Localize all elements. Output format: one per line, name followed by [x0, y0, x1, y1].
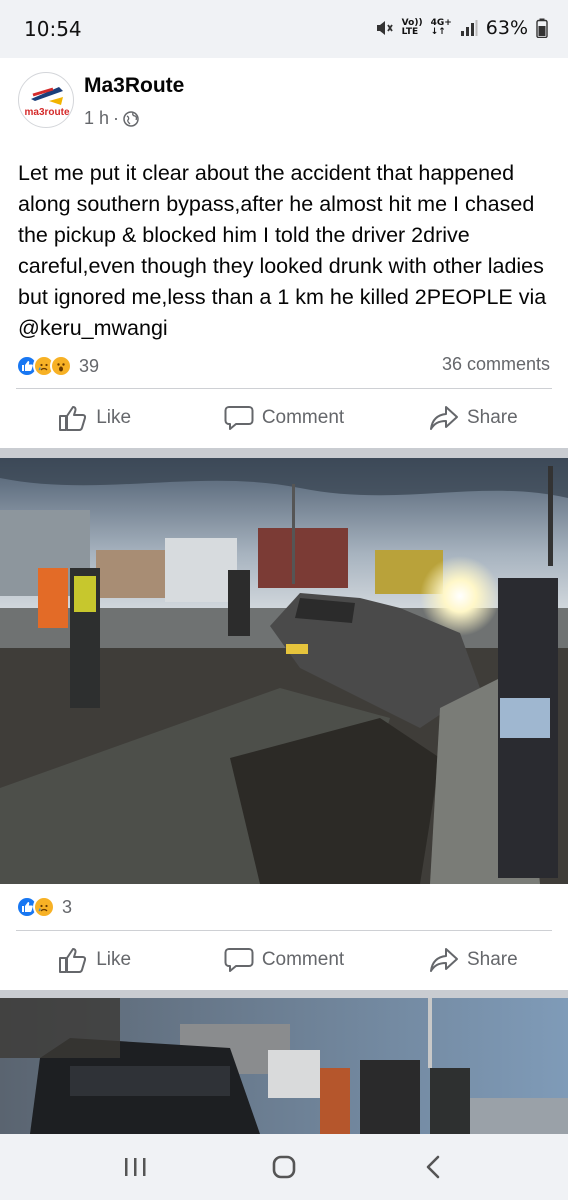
status-bar: 10:54 Vo)) LTE 4G+ ↓↑ 63% [0, 0, 568, 58]
comment-icon [224, 948, 254, 972]
recent-apps-icon [124, 1158, 146, 1176]
ma3route-logo: ma3route [24, 87, 70, 118]
share-icon [429, 948, 458, 972]
screen: 10:54 Vo)) LTE 4G+ ↓↑ 63% ma3route Ma3Rout… [0, 0, 568, 1200]
signal-icon [460, 20, 478, 36]
back-button[interactable] [403, 1142, 463, 1192]
comment-button[interactable]: Comment [189, 390, 378, 446]
mute-icon [376, 21, 393, 35]
wow-icon [50, 355, 72, 377]
thumbs-up-icon [59, 406, 87, 431]
photo-share-button[interactable]: Share [379, 932, 568, 988]
crowd-photo-image [0, 998, 568, 1134]
like-label: Like [96, 949, 132, 970]
reaction-count: 39 [79, 355, 100, 376]
accident-photo-image [0, 458, 568, 884]
recent-apps-button[interactable] [105, 1142, 165, 1192]
photo-like-button[interactable]: Like [0, 932, 189, 988]
logo-text: ma3route [24, 107, 69, 118]
thumbs-up-icon [59, 948, 87, 973]
photo-comment-button[interactable]: Comment [189, 932, 378, 988]
photo-reaction-summary[interactable]: 3 [16, 892, 72, 922]
like-button[interactable]: Like [0, 390, 189, 446]
share-label: Share [466, 949, 518, 970]
post-text: Let me put it clear about the accident t… [18, 161, 547, 340]
comment-icon [224, 406, 254, 430]
comment-label: Comment [261, 407, 345, 428]
divider [16, 930, 552, 931]
home-button[interactable] [254, 1142, 314, 1192]
share-label: Share [466, 407, 518, 428]
meta-separator: · [113, 108, 120, 128]
like-label: Like [96, 407, 132, 428]
clock: 10:54 [24, 17, 82, 41]
crowd-photo[interactable] [0, 998, 568, 1134]
share-icon [429, 406, 458, 430]
network-indicator: 4G+ ↓↑ [430, 18, 452, 37]
status-icons: Vo)) LTE 4G+ ↓↑ 63% [374, 17, 548, 39]
comment-label: Comment [261, 949, 345, 970]
post-meta: 1 h · [84, 108, 139, 129]
navigation-bar [0, 1134, 568, 1200]
reaction-summary[interactable]: 39 [16, 351, 99, 381]
photo-actions: Like Comment Share [0, 932, 568, 988]
volte-indicator: Vo)) LTE [401, 18, 423, 37]
page-avatar[interactable]: ma3route [18, 72, 74, 128]
post-actions: Like Comment Share [0, 390, 568, 446]
battery-icon [536, 18, 548, 38]
sad-icon [33, 896, 55, 918]
globe-icon [123, 110, 139, 127]
battery-percent: 63% [485, 17, 528, 39]
photo-reaction-card: 3 Like Comment Share [0, 884, 568, 990]
comments-count[interactable]: 36 comments [442, 354, 550, 375]
post-card: ma3route Ma3Route 1 h · Let me put it cl… [0, 58, 568, 448]
page-name[interactable]: Ma3Route [84, 74, 184, 98]
back-icon [427, 1155, 440, 1179]
photo-reaction-count: 3 [62, 896, 73, 917]
post-time[interactable]: 1 h [84, 108, 109, 129]
home-icon [272, 1155, 296, 1179]
accident-photo[interactable] [0, 458, 568, 884]
share-button[interactable]: Share [379, 390, 568, 446]
divider [16, 388, 552, 389]
